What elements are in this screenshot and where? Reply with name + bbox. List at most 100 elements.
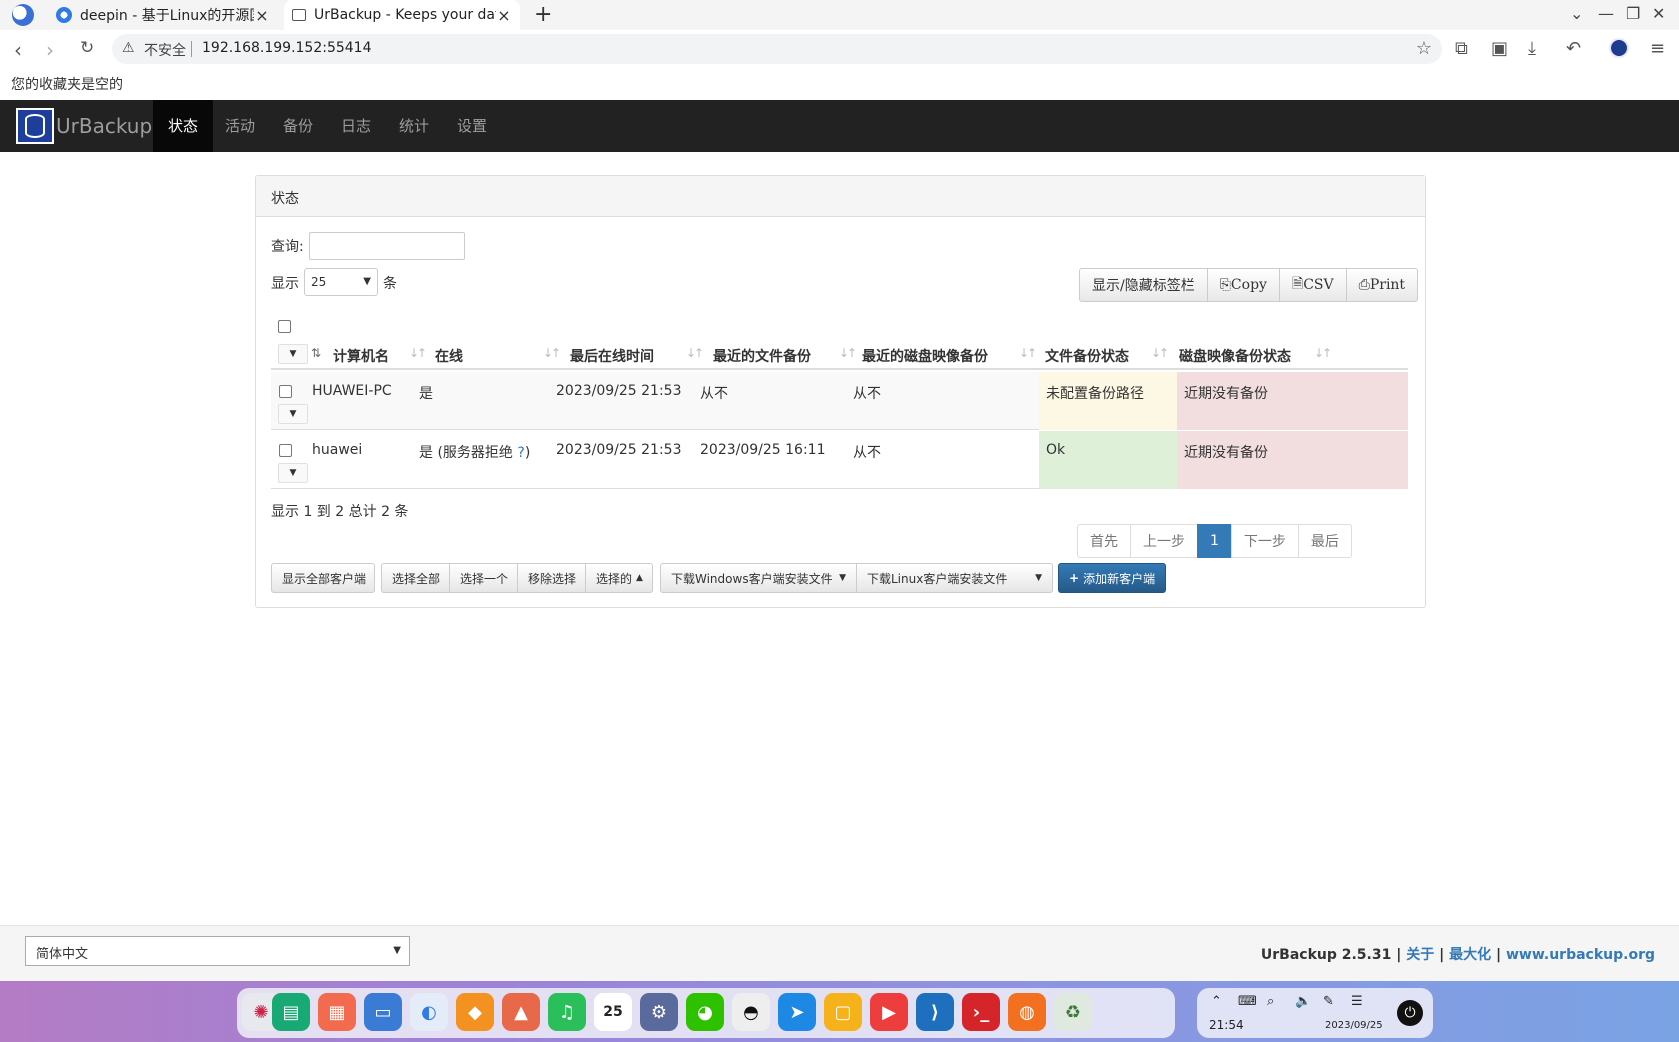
select-one-button[interactable]: 选择一个 <box>449 563 518 593</box>
calendar-icon[interactable]: 25 <box>594 993 632 1031</box>
nav-settings[interactable]: 设置 <box>442 100 502 152</box>
nav-logs[interactable]: 日志 <box>326 100 386 152</box>
download-linux-client-button[interactable]: 下载Linux客户端安装文件 ▼ <box>856 563 1053 593</box>
download-icon[interactable]: ⤓ <box>1528 38 1536 59</box>
page-current-button[interactable]: 1 <box>1197 524 1232 558</box>
multitask-view-icon[interactable]: ▤ <box>272 993 310 1031</box>
page-first-button[interactable]: 首先 <box>1077 524 1131 558</box>
chevron-up-icon[interactable]: ⌃ <box>1211 994 1222 1009</box>
more-icon[interactable]: ≡ <box>1650 38 1665 59</box>
page-prev-button[interactable]: 上一步 <box>1130 524 1198 558</box>
sort-icon[interactable]: ↓↑ <box>543 346 561 360</box>
nav-backups[interactable]: 备份 <box>268 100 328 152</box>
maximize-link[interactable]: 最大化 <box>1449 947 1491 963</box>
tab-urbackup[interactable]: UrBackup - Keeps your dat × <box>284 0 520 30</box>
row-checkbox[interactable] <box>279 444 292 457</box>
select-all-button[interactable]: 选择全部 <box>381 563 450 593</box>
close-icon[interactable]: × <box>496 6 512 25</box>
browser-dock-icon[interactable]: ◐ <box>410 993 448 1031</box>
row-checkbox[interactable] <box>279 385 292 398</box>
page-next-button[interactable]: 下一步 <box>1230 524 1299 558</box>
new-tab-button[interactable]: + <box>534 2 552 27</box>
clock-date[interactable]: 2023/09/25 <box>1325 1020 1383 1031</box>
file-manager-icon[interactable]: ▭ <box>364 993 402 1031</box>
firefox-icon[interactable]: ◍ <box>1008 993 1046 1031</box>
close-icon[interactable]: × <box>254 6 270 25</box>
row-dropdown-button[interactable]: ▼ <box>278 463 308 483</box>
sort-asc-icon[interactable]: ⇅ <box>311 346 321 360</box>
profile-avatar[interactable] <box>1609 38 1629 58</box>
about-link[interactable]: 关于 <box>1406 947 1434 963</box>
minimize-icon[interactable]: — <box>1598 4 1614 23</box>
restore-icon[interactable]: ❐ <box>1626 4 1640 23</box>
column-header-last-file-backup[interactable]: 最近的文件备份 <box>713 346 811 366</box>
sort-icon[interactable]: ↓↑ <box>839 346 857 360</box>
column-header-computer-name[interactable]: 计算机名 <box>333 346 389 366</box>
sort-icon[interactable]: ↓↑ <box>1314 346 1332 360</box>
power-icon[interactable]: ⏻ <box>1397 1000 1423 1026</box>
help-link[interactable]: ? <box>517 445 524 461</box>
close-window-icon[interactable]: ✕ <box>1652 4 1665 23</box>
urbackup-logo-icon[interactable] <box>16 108 54 144</box>
trash-icon[interactable]: ♻ <box>1054 993 1092 1031</box>
row-dropdown-button[interactable]: ▼ <box>278 404 308 424</box>
tab-deepin[interactable]: deepin - 基于Linux的开源国 × <box>48 0 278 30</box>
sort-icon[interactable]: ↓↑ <box>1151 346 1169 360</box>
url-text[interactable]: 192.168.199.152:55414 <box>202 40 372 56</box>
app-store-grid-icon[interactable]: ▦ <box>318 993 356 1031</box>
reload-icon[interactable]: ↻ <box>80 38 94 58</box>
column-header-last-seen[interactable]: 最后在线时间 <box>570 346 654 366</box>
control-center-icon[interactable]: ☰ <box>1351 994 1363 1009</box>
column-header-file-backup-status[interactable]: 文件备份状态 <box>1045 346 1129 366</box>
history-icon[interactable]: ↶ <box>1566 38 1581 59</box>
sort-icon[interactable]: ↓↑ <box>1019 346 1037 360</box>
star-icon[interactable]: ☆ <box>1416 38 1432 59</box>
terminal-icon[interactable]: ›_ <box>962 993 1000 1031</box>
browser-logo-icon[interactable] <box>12 4 34 26</box>
extensions-icon[interactable]: ⧉ <box>1455 38 1468 59</box>
add-new-client-button[interactable]: + 添加新客户端 <box>1058 563 1166 593</box>
settings-icon[interactable]: ⚙ <box>640 993 678 1031</box>
keyboard-icon[interactable]: ⌨ <box>1238 994 1257 1009</box>
wechat-icon[interactable]: ◕ <box>686 993 724 1031</box>
show-all-clients-button[interactable]: 显示全部客户端 <box>271 563 375 593</box>
video-player-icon[interactable]: ▶ <box>870 993 908 1031</box>
table-row[interactable]: ▼ HUAWEI-PC 是 2023/09/25 21:53 从不 从不 未配置… <box>271 372 1408 430</box>
nav-statistics[interactable]: 统计 <box>384 100 444 152</box>
remove-selection-button[interactable]: 移除选择 <box>517 563 586 593</box>
page-last-button[interactable]: 最后 <box>1297 524 1352 558</box>
selected-actions-button[interactable]: 选择的 ▲ <box>585 563 653 593</box>
image-viewer-icon[interactable]: ▲ <box>502 993 540 1031</box>
column-header-last-image-backup[interactable]: 最近的磁盘映像备份 <box>862 346 988 366</box>
column-header-image-backup-status[interactable]: 磁盘映像备份状态 <box>1179 346 1291 366</box>
forward-icon[interactable]: › <box>46 38 54 62</box>
app-store-icon[interactable]: ◆ <box>456 993 494 1031</box>
sort-icon[interactable]: ↓↑ <box>409 346 427 360</box>
table-row[interactable]: ▼ huawei 是 (服务器拒绝 ?) 2023/09/25 21:53 20… <box>271 431 1408 489</box>
back-icon[interactable]: ‹ <box>14 38 22 62</box>
collections-icon[interactable]: ▣ <box>1491 38 1508 59</box>
messenger-icon[interactable]: ➤ <box>778 993 816 1031</box>
qq-icon[interactable]: ◓ <box>732 993 770 1031</box>
website-link[interactable]: www.urbackup.org <box>1506 947 1655 963</box>
chevron-down-icon[interactable]: ⌄ <box>1570 4 1583 23</box>
print-button[interactable]: ⎙ Print <box>1345 268 1419 302</box>
toggle-columns-button[interactable]: 显示/隐藏标签栏 <box>1079 268 1208 302</box>
csv-button[interactable]: 🗎 CSV <box>1278 268 1347 302</box>
language-select[interactable]: 简体中文 ▼ <box>25 936 410 966</box>
search-input[interactable] <box>309 232 465 260</box>
nav-activities[interactable]: 活动 <box>210 100 270 152</box>
deepin-screenshot-icon[interactable]: ▢ <box>824 993 862 1031</box>
vscode-icon[interactable]: ⟩ <box>916 993 954 1031</box>
insecure-label[interactable]: 不安全 <box>144 40 186 60</box>
nav-status[interactable]: 状态 <box>153 100 214 152</box>
music-icon[interactable]: ♫ <box>548 993 586 1031</box>
volume-icon[interactable]: 🔈 <box>1295 994 1311 1009</box>
sort-icon[interactable]: ↓↑ <box>686 346 704 360</box>
url-box[interactable]: ⚠ 不安全 192.168.199.152:55414 ☆ <box>112 34 1442 64</box>
header-dropdown-button[interactable]: ▼ <box>278 344 308 364</box>
search-icon[interactable]: ⌕ <box>1267 994 1274 1009</box>
column-header-online[interactable]: 在线 <box>435 346 463 366</box>
clock-time[interactable]: 21:54 <box>1209 1018 1244 1032</box>
select-all-checkbox[interactable] <box>278 320 291 333</box>
